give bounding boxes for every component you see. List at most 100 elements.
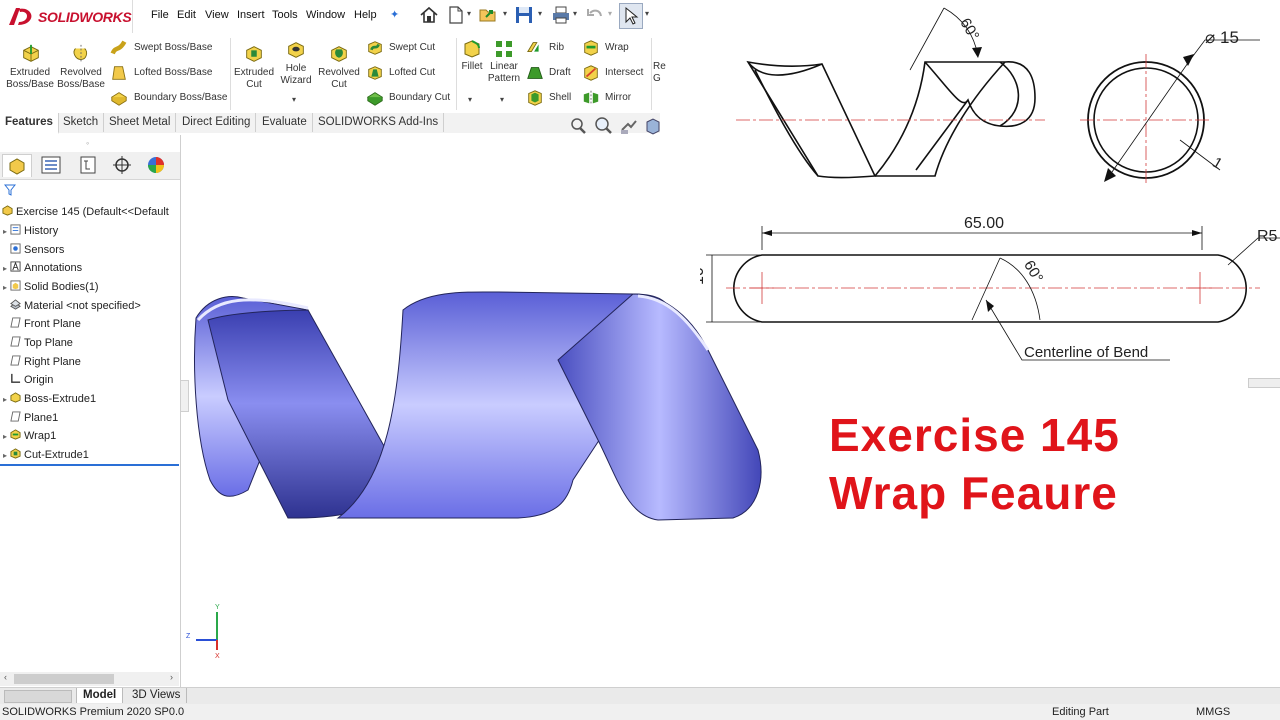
hole-wizard-label: Hole Wizard [280, 63, 312, 86]
menu-edit[interactable]: Edit [177, 9, 196, 21]
chevron-down-icon[interactable]: ▾ [608, 9, 612, 18]
fillet-label: Fillet [461, 61, 483, 72]
model-view-tabs [0, 687, 1280, 705]
tree-item-sensors[interactable]: Sensors [0, 241, 64, 259]
menu-view[interactable]: View [205, 9, 229, 21]
tab-3d-views[interactable]: 3D Views [126, 688, 188, 703]
linear-pattern-button[interactable]: Linear Pattern ▾ [487, 37, 521, 107]
chevron-down-icon[interactable]: ▾ [538, 9, 542, 18]
extruded-boss-button[interactable]: Extruded Boss/Base [4, 41, 56, 103]
tree-item-top-plane[interactable]: Top Plane [0, 334, 73, 352]
menu-insert[interactable]: Insert [237, 9, 265, 21]
tree-item-front-plane[interactable]: Front Plane [0, 315, 81, 333]
tree-item-solid-bodies[interactable]: ▸ Solid Bodies(1) [0, 278, 99, 296]
rib-button[interactable]: Rib [526, 39, 576, 57]
wrapped-strip-model[interactable] [188, 280, 768, 530]
shell-button[interactable]: Shell [526, 89, 576, 107]
expand-arrow-icon[interactable]: ▸ [0, 391, 10, 409]
tab-sketch[interactable]: Sketch [58, 113, 105, 132]
tree-item-material[interactable]: Material <not specified> [0, 297, 141, 315]
chevron-down-icon[interactable]: ▾ [292, 95, 296, 104]
filter-icon[interactable] [4, 184, 16, 196]
panel-grip-icon[interactable]: ◦ [86, 138, 89, 148]
lofted-boss-button[interactable]: Lofted Boss/Base [110, 64, 230, 82]
lofted-cut-button[interactable]: Lofted Cut [366, 64, 456, 82]
tree-item-plane1[interactable]: Plane1 [0, 409, 58, 427]
chevron-down-icon[interactable]: ▾ [468, 95, 472, 104]
chevron-down-icon[interactable]: ▾ [467, 9, 471, 18]
panel-scrollbar[interactable]: ‹ › [0, 672, 179, 686]
tree-item-origin[interactable]: Origin [0, 371, 53, 389]
expand-arrow-icon[interactable]: ▸ [0, 260, 10, 278]
undo-icon[interactable] [585, 5, 605, 25]
menu-window[interactable]: Window [306, 9, 345, 21]
mirror-button[interactable]: Mirror [582, 89, 652, 107]
save-icon[interactable] [514, 5, 534, 25]
graphics-splitter[interactable] [1248, 378, 1280, 388]
expand-arrow-icon[interactable]: ▸ [0, 428, 10, 446]
tab-sheet-metal[interactable]: Sheet Metal [104, 113, 177, 132]
tab-direct-editing[interactable]: Direct Editing [177, 113, 257, 132]
rollback-bar[interactable] [0, 464, 179, 466]
revolve-icon [73, 44, 88, 64]
tree-item-wrap1[interactable]: ▸ Wrap1 [0, 427, 56, 445]
scroll-right-icon[interactable]: › [170, 672, 173, 682]
section-view-icon[interactable] [643, 116, 663, 136]
hole-wizard-button[interactable]: Hole Wizard ▾ [276, 37, 316, 107]
dimxpert-manager-icon[interactable] [112, 155, 132, 175]
tab-scroll-arrows[interactable] [4, 690, 72, 703]
swept-cut-button[interactable]: Swept Cut [366, 39, 456, 57]
expand-arrow-icon[interactable]: ▸ [0, 279, 10, 297]
scroll-left-icon[interactable]: ‹ [4, 672, 7, 682]
swept-boss-button[interactable]: Swept Boss/Base [110, 39, 230, 57]
fillet-button[interactable]: Fillet ▾ [458, 37, 486, 107]
intersect-icon [584, 65, 598, 81]
pin-icon[interactable]: ✦ [390, 8, 399, 21]
open-folder-icon[interactable] [478, 5, 498, 25]
mirror-label: Mirror [605, 92, 632, 103]
tab-feature-manager[interactable] [2, 154, 32, 177]
menu-file[interactable]: File [151, 9, 169, 21]
chevron-down-icon[interactable]: ▾ [503, 9, 507, 18]
extruded-cut-button[interactable]: Extruded Cut [232, 41, 276, 103]
display-manager-icon[interactable] [146, 155, 166, 175]
home-icon[interactable] [419, 5, 439, 25]
property-manager-icon[interactable] [40, 155, 62, 175]
ribbon-divider [230, 38, 231, 110]
intersect-label: Intersect [605, 67, 644, 78]
boundary-boss-button[interactable]: Boundary Boss/Base [110, 89, 230, 107]
intersect-button[interactable]: Intersect [582, 64, 652, 82]
chevron-down-icon[interactable]: ▾ [500, 95, 504, 104]
select-button[interactable] [619, 3, 643, 29]
chevron-down-icon[interactable]: ▾ [573, 9, 577, 18]
menu-tools[interactable]: Tools [272, 9, 298, 21]
zoom-to-fit-icon[interactable] [568, 116, 588, 136]
tree-item-cut-extrude1[interactable]: ▸ Cut-Extrude1 [0, 446, 89, 464]
expand-arrow-icon[interactable]: ▸ [0, 223, 10, 241]
status-units[interactable]: MMGS [1196, 704, 1230, 720]
tree-item-history[interactable]: ▸ History [0, 222, 58, 240]
tree-item-annotations[interactable]: ▸ Annotations [0, 259, 82, 277]
previous-view-icon[interactable] [619, 116, 639, 136]
tab-evaluate[interactable]: Evaluate [257, 113, 313, 132]
boundary-cut-button[interactable]: Boundary Cut [366, 89, 456, 107]
menu-help[interactable]: Help [354, 9, 377, 21]
tab-solidworks-add-ins[interactable]: SOLIDWORKS Add-Ins [313, 113, 445, 132]
draft-button[interactable]: Draft [526, 64, 576, 82]
zoom-to-area-icon[interactable] [593, 116, 613, 136]
tree-root[interactable]: Exercise 145 (Default<<Default [2, 203, 169, 221]
tab-model[interactable]: Model [76, 688, 124, 703]
revolved-cut-button[interactable]: Revolved Cut [316, 41, 362, 103]
revolved-boss-button[interactable]: Revolved Boss/Base [56, 41, 106, 103]
configuration-manager-icon[interactable] [78, 155, 98, 175]
wrap-button[interactable]: Wrap [582, 39, 652, 57]
tab-features[interactable]: Features [0, 113, 59, 134]
expand-arrow-icon[interactable]: ▸ [0, 447, 10, 465]
new-document-icon[interactable] [446, 5, 466, 25]
tree-item-right-plane[interactable]: Right Plane [0, 353, 81, 371]
print-icon[interactable] [551, 5, 571, 25]
tree-item-boss-extrude1[interactable]: ▸ Boss-Extrude1 [0, 390, 96, 408]
scroll-thumb[interactable] [14, 674, 114, 684]
rib-icon [527, 42, 539, 53]
chevron-down-icon[interactable]: ▾ [645, 9, 649, 18]
